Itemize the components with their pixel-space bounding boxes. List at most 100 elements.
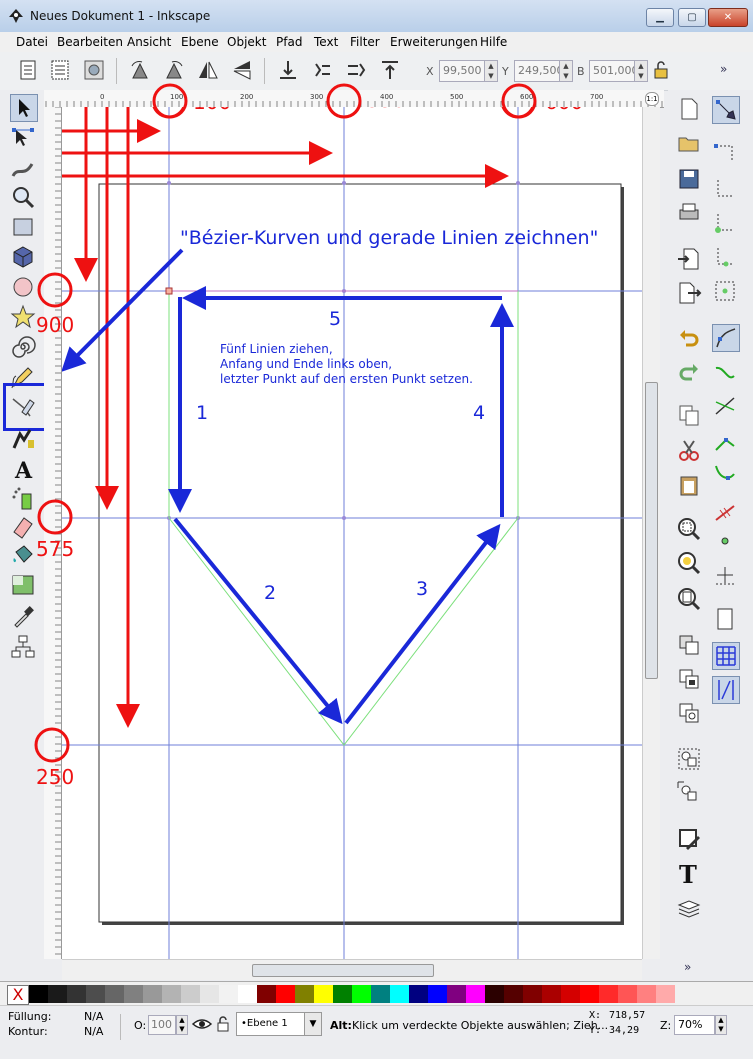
flip-vertical-icon[interactable] — [230, 58, 254, 82]
commands-overflow-icon[interactable]: » — [684, 960, 691, 974]
flip-horizontal-icon[interactable] — [196, 58, 220, 82]
export-icon[interactable] — [676, 280, 702, 306]
color-swatch[interactable] — [390, 985, 409, 1003]
color-swatch[interactable] — [561, 985, 580, 1003]
horizontal-ruler[interactable]: 0 100 200 300 400 500 600 700 — [44, 90, 664, 108]
y-input[interactable]: 249,500 — [514, 60, 564, 82]
menu-datei[interactable]: Datei — [16, 35, 48, 49]
calligraphy-tool-icon[interactable] — [10, 426, 36, 452]
color-swatch[interactable] — [86, 985, 105, 1003]
connector-tool-icon[interactable] — [10, 634, 36, 660]
menu-filter[interactable]: Filter — [350, 35, 380, 49]
snap-grid-icon[interactable] — [712, 642, 740, 670]
drawing-canvas[interactable]: 100 350 600 "Bézier-Kurven und gerade Li… — [62, 107, 642, 959]
duplicate-icon[interactable] — [676, 632, 702, 658]
color-swatch[interactable] — [48, 985, 67, 1003]
snap-bbox-edges-icon[interactable] — [712, 176, 738, 202]
deselect-icon[interactable] — [82, 58, 106, 82]
color-swatch[interactable] — [618, 985, 637, 1003]
select-all-layers-icon[interactable] — [48, 58, 72, 82]
color-swatch[interactable] — [143, 985, 162, 1003]
snap-midpoints-icon[interactable] — [712, 500, 738, 526]
lower-to-bottom-icon[interactable] — [276, 58, 300, 82]
rotate-cw-icon[interactable] — [162, 58, 186, 82]
snap-cusp-nodes-icon[interactable] — [712, 428, 738, 454]
gradient-tool-icon[interactable] — [10, 572, 36, 598]
raise-to-top-icon[interactable] — [378, 58, 402, 82]
toolbar-overflow-icon[interactable]: » — [720, 62, 727, 76]
copy-icon[interactable] — [676, 402, 702, 428]
color-swatch[interactable] — [219, 985, 238, 1003]
color-swatch[interactable] — [295, 985, 314, 1003]
color-swatch[interactable] — [580, 985, 599, 1003]
color-swatch[interactable] — [504, 985, 523, 1003]
menu-ansicht[interactable]: Ansicht — [127, 35, 171, 49]
zoom-input[interactable]: 70% — [674, 1015, 715, 1035]
snap-paths-icon[interactable] — [712, 360, 738, 386]
eye-visibility-icon[interactable] — [192, 1016, 212, 1032]
color-swatch[interactable] — [656, 985, 675, 1003]
color-swatch[interactable] — [257, 985, 276, 1003]
zoom-1-1-icon[interactable]: 1:1 — [645, 92, 659, 106]
cut-icon[interactable] — [676, 438, 702, 464]
spiral-tool-icon[interactable] — [10, 334, 36, 360]
redo-icon[interactable] — [676, 360, 702, 386]
lower-icon[interactable] — [310, 58, 334, 82]
color-swatch[interactable] — [428, 985, 447, 1003]
close-button[interactable]: ✕ — [708, 8, 748, 27]
color-swatch[interactable] — [29, 985, 48, 1003]
text-font-icon[interactable]: T — [676, 860, 702, 886]
x-input[interactable]: 99,500 — [439, 60, 487, 82]
color-swatch[interactable] — [333, 985, 352, 1003]
color-swatch[interactable] — [523, 985, 542, 1003]
color-swatch[interactable] — [485, 985, 504, 1003]
eraser-tool-icon[interactable] — [10, 514, 36, 540]
color-swatch[interactable] — [542, 985, 561, 1003]
snap-page-border-icon[interactable] — [712, 606, 738, 632]
rotate-ccw-icon[interactable] — [128, 58, 152, 82]
paste-icon[interactable] — [676, 472, 702, 498]
color-swatch[interactable] — [599, 985, 618, 1003]
color-swatch[interactable] — [352, 985, 371, 1003]
color-swatch[interactable] — [409, 985, 428, 1003]
fill-stroke-icon[interactable] — [676, 826, 702, 852]
snap-smooth-nodes-icon[interactable] — [712, 460, 738, 486]
paint-bucket-tool-icon[interactable] — [10, 542, 36, 568]
snap-toggle-icon[interactable] — [712, 96, 740, 124]
selector-tool-icon[interactable] — [10, 94, 38, 122]
y-spinner[interactable]: ▲ ▼ — [559, 60, 573, 82]
menu-objekt[interactable]: Objekt — [227, 35, 266, 49]
color-swatch[interactable] — [371, 985, 390, 1003]
no-color-swatch[interactable]: X — [7, 985, 29, 1005]
menu-pfad[interactable]: Pfad — [276, 35, 302, 49]
color-swatch[interactable] — [466, 985, 485, 1003]
vertical-ruler[interactable] — [44, 107, 62, 959]
snap-bbox-midpoints-icon[interactable] — [712, 244, 738, 270]
dropper-tool-icon[interactable] — [10, 604, 36, 630]
import-icon[interactable] — [676, 246, 702, 272]
3d-box-tool-icon[interactable] — [10, 244, 36, 270]
pen-tool-icon[interactable] — [10, 394, 36, 420]
color-swatch[interactable] — [238, 985, 257, 1003]
color-swatch[interactable] — [181, 985, 200, 1003]
snap-guides-icon[interactable] — [712, 676, 740, 704]
open-icon[interactable] — [676, 130, 702, 156]
opacity-input[interactable]: 100 — [148, 1015, 176, 1035]
rectangle-tool-icon[interactable] — [10, 214, 36, 240]
select-all-icon[interactable] — [16, 58, 40, 82]
vertical-scroll-thumb[interactable] — [645, 382, 658, 679]
menu-bearbeiten[interactable]: Bearbeiten — [57, 35, 123, 49]
spray-tool-icon[interactable] — [10, 486, 36, 512]
menu-text[interactable]: Text — [314, 35, 338, 49]
color-swatch[interactable] — [200, 985, 219, 1003]
snap-intersections-icon[interactable] — [712, 394, 738, 420]
stroke-value[interactable]: N/A — [84, 1025, 103, 1038]
menu-hilfe[interactable]: Hilfe — [480, 35, 507, 49]
group-icon[interactable] — [676, 746, 702, 772]
zoom-drawing-icon[interactable] — [676, 550, 702, 576]
width-spinner[interactable]: ▲ ▼ — [634, 60, 648, 82]
menu-ebene[interactable]: Ebene — [181, 35, 219, 49]
save-icon[interactable] — [676, 166, 702, 192]
zoom-selection-icon[interactable] — [676, 516, 702, 542]
color-swatch[interactable] — [637, 985, 656, 1003]
